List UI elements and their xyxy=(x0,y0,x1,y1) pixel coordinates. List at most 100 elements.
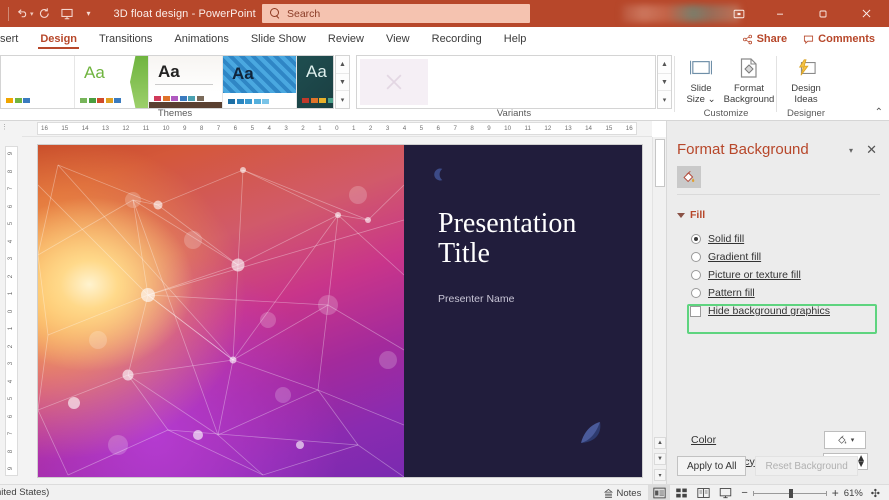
view-slide-sorter[interactable] xyxy=(670,485,692,500)
themes-scroll-down-icon[interactable]: ▼ xyxy=(336,74,349,92)
design-ideas-button[interactable]: Design Ideas xyxy=(781,54,831,105)
slide[interactable]: Presentation Title Presenter Name xyxy=(38,145,642,477)
search-box[interactable]: Search xyxy=(262,4,530,23)
slide-size-button[interactable]: Slide Size ⌄ xyxy=(676,54,726,105)
start-presentation-icon[interactable] xyxy=(56,3,78,25)
view-normal[interactable] xyxy=(648,485,671,500)
horizontal-ruler-scale: 16 15 14 13 12 11 10 9 8 7 6 5 4 3 2 1 0… xyxy=(37,122,637,135)
theme-thumbnail[interactable] xyxy=(1,56,75,108)
zoom-level[interactable]: 61% xyxy=(844,488,866,499)
variants-scroll-up-icon[interactable]: ▲ xyxy=(658,56,671,74)
tab-transitions[interactable]: Transitions xyxy=(88,27,163,51)
collapse-ribbon-icon[interactable]: ⌃ xyxy=(875,107,883,118)
variants-scrollbar[interactable]: ▲ ▼ ▾ xyxy=(657,55,672,109)
tab-review[interactable]: Review xyxy=(317,27,375,51)
variants-gallery[interactable] xyxy=(356,55,656,109)
format-background-line2: Background xyxy=(723,94,775,105)
themes-scrollbar[interactable]: ▲ ▼ ▾ xyxy=(335,55,350,109)
theme-thumbnail[interactable]: Aa xyxy=(149,56,223,108)
tab-view[interactable]: View xyxy=(375,27,421,51)
ribbon-display-options-icon[interactable] xyxy=(720,0,758,27)
redo-icon[interactable] xyxy=(34,3,56,25)
theme-aa: Aa xyxy=(84,63,105,82)
tab-insert[interactable]: sert xyxy=(0,27,29,51)
radio-picture-fill[interactable]: Picture or texture fill xyxy=(691,269,801,281)
format-background-icon xyxy=(738,54,760,82)
minimize-icon[interactable] xyxy=(758,0,801,27)
theme-thumbnail[interactable]: Aa xyxy=(223,56,297,108)
notes-button[interactable]: Notes xyxy=(596,485,649,500)
view-slide-show[interactable] xyxy=(714,485,736,500)
cone-shape-icon xyxy=(581,422,601,443)
language-status[interactable]: nited States) xyxy=(0,487,49,498)
radio-label: Solid fill xyxy=(708,233,745,245)
pane-divider xyxy=(677,194,880,195)
hide-background-graphics-checkbox[interactable]: Hide background graphics xyxy=(690,305,830,317)
title-separator: - xyxy=(191,7,196,20)
variants-more-icon[interactable]: ▾ xyxy=(658,91,671,108)
radio-solid-fill[interactable]: Solid fill xyxy=(691,233,744,245)
variants-scroll-down-icon[interactable]: ▼ xyxy=(658,74,671,92)
themes-more-icon[interactable]: ▾ xyxy=(336,91,349,108)
radio-gradient-fill[interactable]: Gradient fill xyxy=(691,251,761,263)
vertical-ruler[interactable]: 9 8 7 6 5 4 3 2 1 0 1 2 3 4 5 6 7 8 9 xyxy=(3,137,19,485)
apply-to-all-button[interactable]: Apply to All xyxy=(677,456,747,476)
ruler-tick: 3 xyxy=(284,125,288,132)
swatch xyxy=(319,98,326,103)
tab-animations[interactable]: Animations xyxy=(163,27,239,51)
comments-button[interactable]: Comments xyxy=(795,33,883,45)
zoom-slider[interactable] xyxy=(752,488,827,498)
zoom-out-button[interactable]: − xyxy=(741,487,747,499)
close-icon[interactable] xyxy=(844,0,889,27)
canvas-vertical-scrollbar[interactable]: ▲ ▼ ▾ xyxy=(652,137,666,485)
ruler-tick: 6 xyxy=(7,414,15,418)
tab-recording[interactable]: Recording xyxy=(421,27,493,51)
tab-design[interactable]: Design xyxy=(29,27,88,51)
radio-label: Gradient fill xyxy=(708,251,762,263)
theme-thumbnail[interactable]: Aa xyxy=(75,56,149,108)
variants-group-label: Variants xyxy=(496,108,532,119)
tab-help[interactable]: Help xyxy=(493,27,538,51)
redo-glyph xyxy=(39,8,49,18)
radio-pattern-fill[interactable]: Pattern fill xyxy=(691,287,755,299)
scroll-down-icon[interactable]: ▼ xyxy=(654,453,666,465)
share-button[interactable]: Share xyxy=(734,33,796,45)
ruler-tick: 5 xyxy=(250,125,255,132)
format-background-label: Format Background xyxy=(724,83,775,105)
zoom-in-button[interactable]: + xyxy=(832,486,839,500)
scroll-up-icon[interactable]: ▲ xyxy=(654,437,666,449)
fill-section-header[interactable]: Fill xyxy=(677,209,705,221)
zoom-slider-knob[interactable] xyxy=(788,489,793,498)
slide-canvas[interactable]: Presentation Title Presenter Name xyxy=(22,137,652,485)
design-ideas-label: Design Ideas xyxy=(791,83,821,105)
status-bar: nited States) Notes − + 61% ✣ xyxy=(0,484,889,500)
fill-bucket-icon[interactable] xyxy=(677,166,701,188)
swatch xyxy=(245,99,252,104)
themes-gallery[interactable]: Aa Aa Aa Aa xyxy=(0,55,334,109)
view-reading[interactable] xyxy=(692,485,714,500)
customize-qat-icon[interactable]: ▾ xyxy=(78,3,100,25)
color-dropdown-icon[interactable]: ▾ xyxy=(851,436,855,444)
scrollbar-thumb[interactable] xyxy=(655,139,665,187)
theme-thumbnail[interactable]: Aa xyxy=(297,56,333,108)
pane-close-icon[interactable]: ✕ xyxy=(866,142,877,158)
variant-thumbnail[interactable] xyxy=(360,59,428,105)
slide-subtitle[interactable]: Presenter Name xyxy=(438,293,514,305)
comments-icon xyxy=(804,35,814,44)
fit-slide-to-window-icon[interactable]: ✣ xyxy=(871,487,880,500)
horizontal-ruler[interactable]: 16 15 14 13 12 11 10 9 8 7 6 5 4 3 2 1 0… xyxy=(22,121,652,137)
reading-view-icon xyxy=(697,488,710,498)
network-gradient-image xyxy=(38,145,404,477)
slide-title[interactable]: Presentation Title xyxy=(438,208,638,269)
next-slide-icon[interactable]: ▾ xyxy=(654,469,666,481)
variant-placeholder-icon xyxy=(386,74,402,90)
reset-background-button[interactable]: Reset Background xyxy=(755,456,858,476)
swatch xyxy=(179,96,187,101)
tab-label: Recording xyxy=(431,33,482,45)
designer-group-label: Designer xyxy=(786,108,826,119)
themes-scroll-up-icon[interactable]: ▲ xyxy=(336,56,349,74)
tab-slide-show[interactable]: Slide Show xyxy=(240,27,317,51)
restore-icon[interactable] xyxy=(801,0,844,27)
pane-dropdown-icon[interactable]: ▾ xyxy=(849,146,853,155)
format-background-button[interactable]: Format Background xyxy=(722,54,776,105)
